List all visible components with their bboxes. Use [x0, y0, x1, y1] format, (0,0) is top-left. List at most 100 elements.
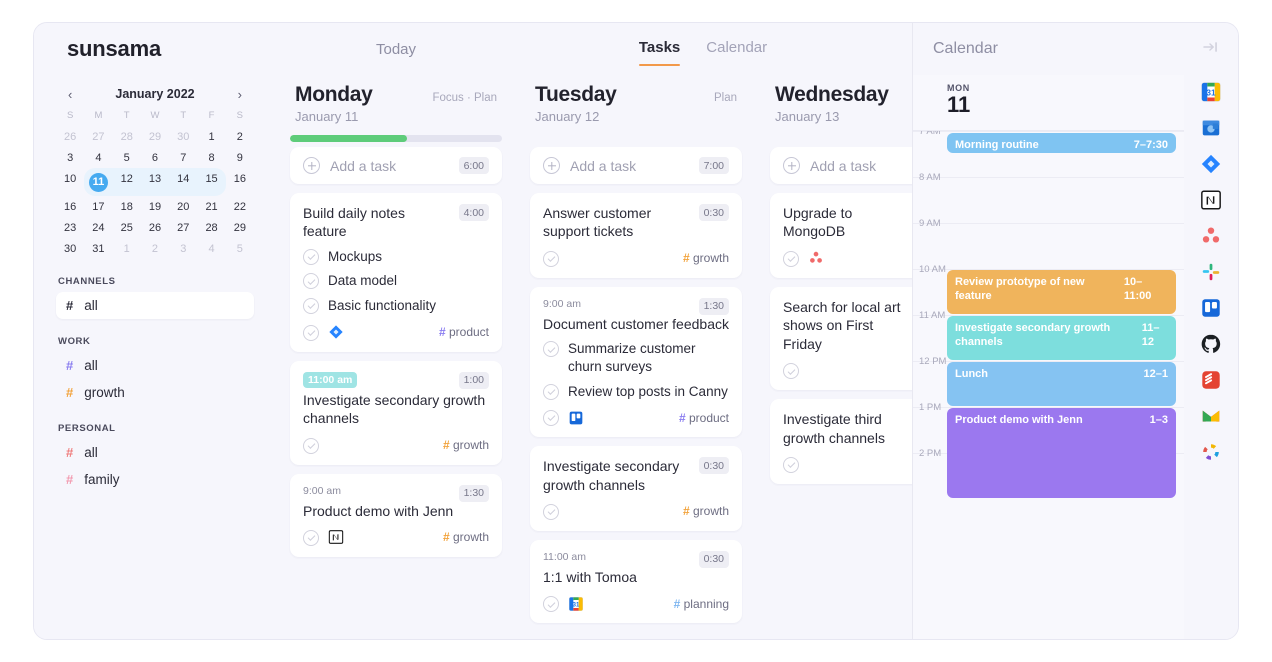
mini-calendar-day[interactable]: 5 — [113, 147, 141, 168]
task-card[interactable]: 11:00 am 0:30 1:1 with Tomoa 31 # planning — [530, 539, 742, 624]
google-calendar-icon[interactable]: 31 — [1200, 81, 1222, 103]
mini-calendar-day[interactable]: 30 — [169, 126, 197, 147]
task-channel-tag[interactable]: # planning — [674, 597, 729, 611]
mini-calendar-day[interactable]: 6 — [141, 147, 169, 168]
subtask-row[interactable]: Data model — [303, 272, 489, 290]
mini-calendar-day[interactable]: 12 — [112, 168, 141, 196]
jira-icon[interactable] — [1200, 153, 1222, 175]
mini-calendar-day[interactable]: 9 — [226, 147, 254, 168]
subtask-checkbox[interactable] — [303, 248, 319, 265]
task-checkbox[interactable] — [303, 529, 319, 546]
task-card[interactable]: Build daily notes feature 4:00 Mockups Da… — [290, 193, 502, 352]
trello-icon[interactable] — [1200, 297, 1222, 319]
subtask-checkbox[interactable] — [303, 273, 319, 290]
mini-calendar-day[interactable]: 27 — [84, 126, 112, 147]
add-task-button[interactable]: Add a task — [770, 147, 926, 184]
add-task-button[interactable]: Add a task 7:00 — [530, 147, 742, 184]
channel-item-all[interactable]: # all — [56, 352, 254, 379]
subtask-row[interactable]: Summarize customer churn surveys — [543, 340, 729, 375]
mini-calendar-day[interactable]: 28 — [197, 217, 225, 238]
notion-icon[interactable] — [328, 529, 344, 545]
task-card[interactable]: 9:00 am 1:30 Product demo with Jenn # gro… — [290, 473, 502, 557]
subtask-checkbox[interactable] — [543, 383, 559, 400]
task-channel-tag[interactable]: # growth — [443, 530, 489, 544]
mini-calendar-day[interactable]: 31 — [84, 238, 112, 259]
calendar-event[interactable]: Lunch 12–1 — [947, 361, 1176, 406]
mini-calendar-day[interactable]: 4 — [197, 238, 225, 259]
mini-calendar-day-today[interactable]: 11 — [84, 168, 113, 196]
tab-calendar[interactable]: Calendar — [706, 39, 767, 59]
mini-calendar-day[interactable]: 29 — [141, 126, 169, 147]
channel-item-all[interactable]: # all — [56, 439, 254, 466]
mini-calendar-day[interactable]: 28 — [113, 126, 141, 147]
task-checkbox[interactable] — [783, 363, 799, 380]
channel-item-growth[interactable]: # growth — [56, 379, 254, 406]
chevron-left-icon[interactable]: ‹ — [64, 88, 76, 101]
task-channel-tag[interactable]: # growth — [683, 251, 729, 265]
task-checkbox[interactable] — [783, 250, 799, 267]
outlook-calendar-icon[interactable] — [1200, 117, 1222, 139]
task-channel-tag[interactable]: # product — [439, 325, 489, 339]
zoom-icon[interactable] — [1200, 441, 1222, 463]
mini-calendar-day[interactable]: 16 — [56, 196, 84, 217]
subtask-checkbox[interactable] — [543, 341, 559, 358]
task-card[interactable]: Investigate secondary growth channels 0:3… — [530, 446, 742, 531]
mini-calendar-day[interactable]: 29 — [226, 217, 254, 238]
github-icon[interactable] — [1200, 333, 1222, 355]
mini-calendar-day[interactable]: 21 — [197, 196, 225, 217]
task-channel-tag[interactable]: # growth — [443, 438, 489, 452]
gmail-icon[interactable] — [1200, 405, 1222, 427]
asana-icon[interactable] — [808, 250, 824, 266]
mini-calendar-day[interactable]: 5 — [226, 238, 254, 259]
mini-calendar-day[interactable]: 22 — [226, 196, 254, 217]
mini-calendar-day[interactable]: 18 — [113, 196, 141, 217]
mini-calendar-day[interactable]: 2 — [226, 126, 254, 147]
task-card[interactable]: Upgrade to MongoDB — [770, 193, 926, 278]
subtask-row[interactable]: Review top posts in Canny — [543, 383, 729, 401]
task-checkbox[interactable] — [543, 596, 559, 613]
task-checkbox[interactable] — [543, 250, 559, 267]
mini-calendar-day[interactable]: 14 — [169, 168, 198, 196]
todoist-icon[interactable] — [1200, 369, 1222, 391]
calendar-event[interactable]: Investigate secondary growth channels 11… — [947, 315, 1176, 360]
day-modes[interactable]: Plan — [714, 92, 737, 104]
task-checkbox[interactable] — [543, 503, 559, 520]
slack-icon[interactable] — [1200, 261, 1222, 283]
subtask-row[interactable]: Mockups — [303, 248, 489, 266]
mini-calendar-day[interactable]: 24 — [84, 217, 112, 238]
mini-calendar-day[interactable]: 17 — [84, 196, 112, 217]
task-checkbox[interactable] — [303, 437, 319, 454]
mini-calendar-day[interactable]: 23 — [56, 217, 84, 238]
mini-calendar-day[interactable]: 7 — [169, 147, 197, 168]
today-button[interactable]: Today — [276, 23, 516, 75]
mini-calendar-day[interactable]: 16 — [226, 168, 254, 196]
mini-calendar-day[interactable]: 3 — [56, 147, 84, 168]
mini-calendar-day[interactable]: 30 — [56, 238, 84, 259]
notion-icon[interactable] — [1200, 189, 1222, 211]
mini-calendar-day[interactable]: 19 — [141, 196, 169, 217]
mini-calendar-day[interactable]: 13 — [140, 168, 170, 196]
task-channel-tag[interactable]: # growth — [683, 504, 729, 518]
mini-calendar-day[interactable]: 25 — [113, 217, 141, 238]
task-checkbox[interactable] — [543, 410, 559, 427]
calendar-time-grid[interactable]: 7 AM 8 AM 9 AM 10 AM 11 AM 12 PM 1 PM 2 PM Morn… — [913, 131, 1184, 639]
mini-calendar-day[interactable]: 27 — [169, 217, 197, 238]
add-task-button[interactable]: Add a task 6:00 — [290, 147, 502, 184]
task-card[interactable]: 11:00 am 1:00 Investigate secondary growt… — [290, 360, 502, 465]
task-channel-tag[interactable]: # product — [679, 411, 729, 425]
task-card[interactable]: Search for local art shows on First Frid… — [770, 286, 926, 391]
task-card[interactable]: 9:00 am 1:30 Document customer feedback S… — [530, 286, 742, 438]
mini-calendar-day[interactable]: 4 — [84, 147, 112, 168]
subtask-checkbox[interactable] — [303, 298, 319, 315]
mini-calendar-day[interactable]: 2 — [141, 238, 169, 259]
mini-calendar-day[interactable]: 1 — [197, 126, 225, 147]
mini-calendar-day[interactable]: 8 — [197, 147, 225, 168]
asana-icon[interactable] — [1200, 225, 1222, 247]
collapse-panel-icon[interactable] — [1203, 40, 1219, 59]
chevron-right-icon[interactable]: › — [234, 88, 246, 101]
channel-item-family[interactable]: # family — [56, 466, 254, 493]
trello-icon[interactable] — [568, 410, 584, 426]
mini-calendar-day[interactable]: 3 — [169, 238, 197, 259]
mini-calendar-day[interactable]: 26 — [141, 217, 169, 238]
mini-calendar-day[interactable]: 15 — [197, 168, 226, 196]
